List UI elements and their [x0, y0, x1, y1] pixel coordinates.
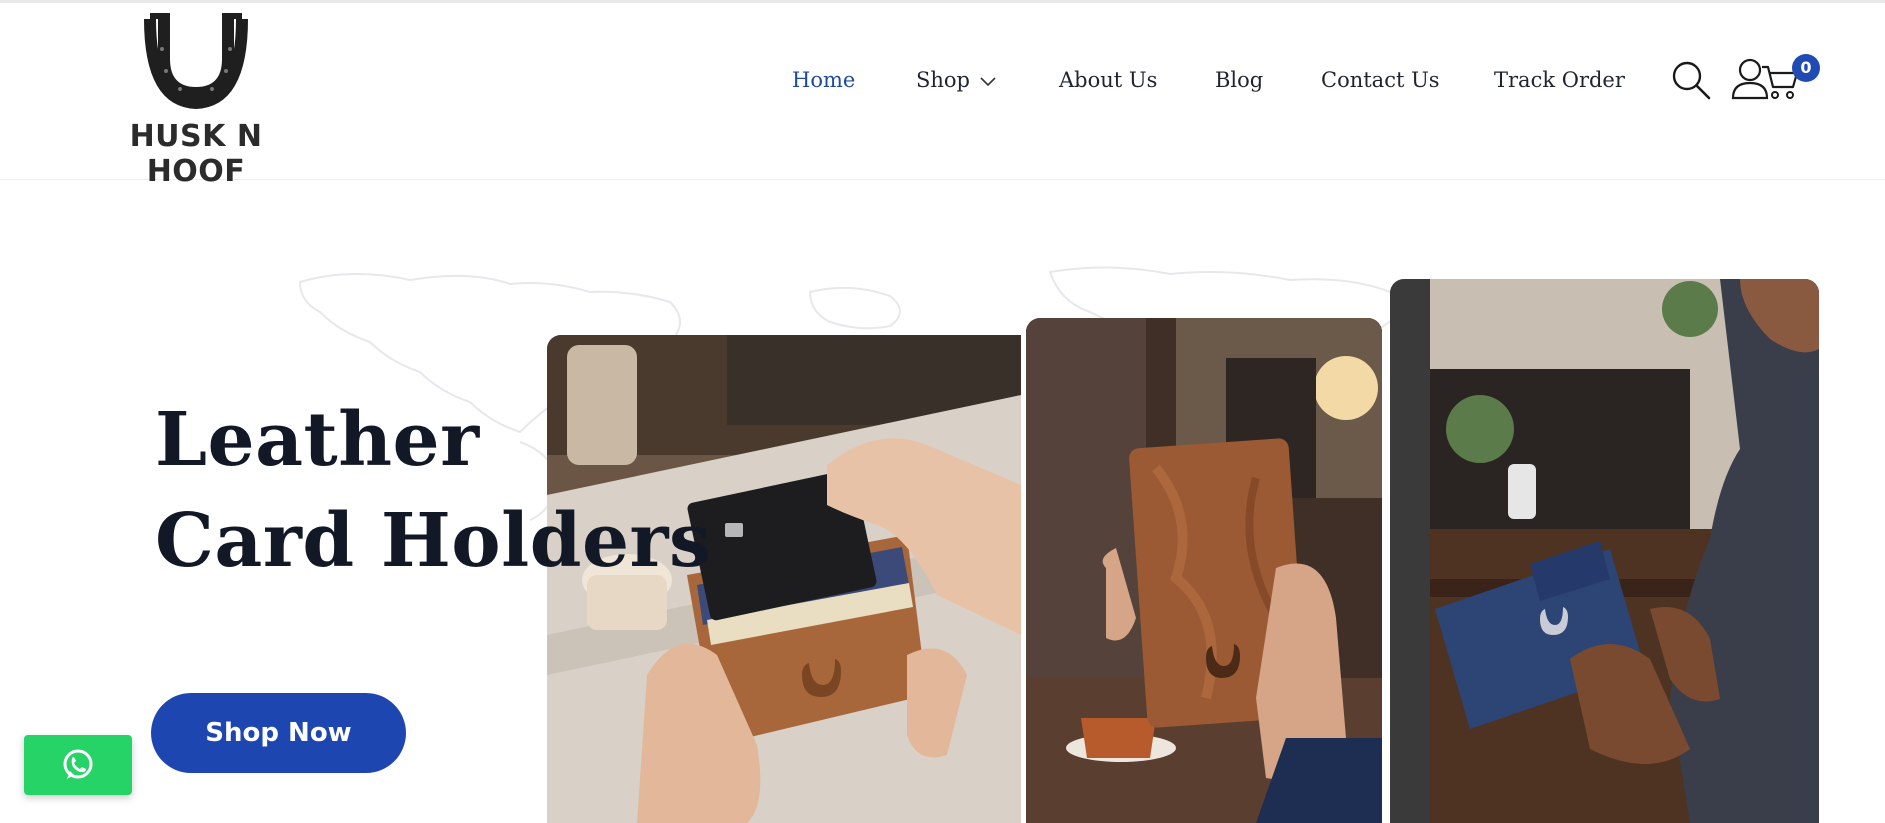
whatsapp-button[interactable] [24, 735, 132, 795]
brand-logo[interactable]: HUSK N HOOF [76, 9, 316, 189]
hero-title-line1: Leather [155, 397, 480, 483]
nav-contact-us[interactable]: Contact Us [1321, 65, 1440, 95]
shop-now-button[interactable]: Shop Now [151, 693, 406, 773]
hero-title-line2: Card Holders [155, 498, 712, 584]
hero-title: Leather Card Holders [155, 390, 755, 592]
nav-track-order[interactable]: Track Order [1494, 65, 1625, 95]
brand-name: HUSK N HOOF [129, 119, 263, 189]
nav-home[interactable]: Home [792, 65, 855, 95]
nav-about-us[interactable]: About Us [1059, 65, 1157, 95]
whatsapp-icon [63, 749, 93, 779]
chevron-down-icon [980, 76, 996, 86]
nav-shop-label: Shop [916, 68, 970, 92]
search-icon[interactable] [1670, 59, 1712, 101]
nav-shop[interactable]: Shop [916, 65, 996, 95]
cart-count-badge: 0 [1792, 54, 1820, 82]
hero-image-blue-wallet [1390, 279, 1819, 823]
hero-image-passport-cover [1026, 318, 1382, 823]
site-header: HUSK N HOOF Home Shop About Us Blog Cont… [0, 3, 1885, 189]
nav-blog[interactable]: Blog [1215, 65, 1263, 95]
horseshoe-logo-icon [144, 13, 248, 109]
